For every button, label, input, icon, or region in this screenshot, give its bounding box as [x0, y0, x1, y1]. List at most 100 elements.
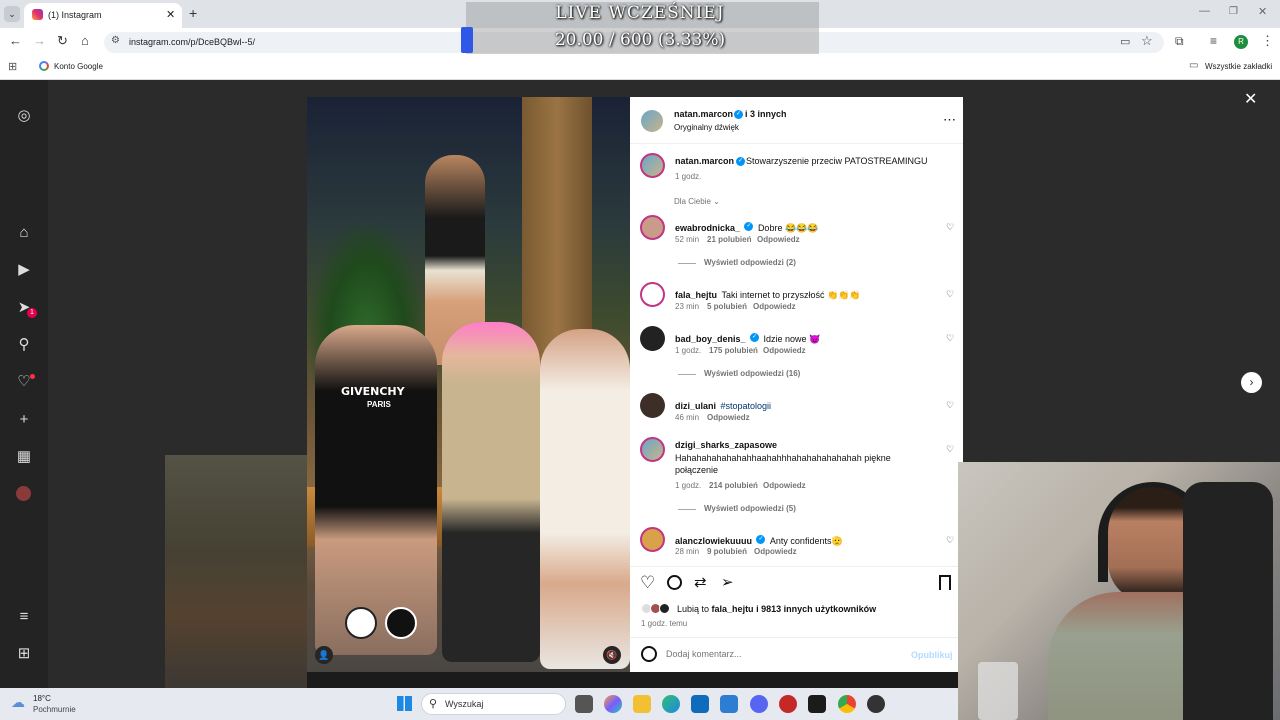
reply-button[interactable]: Odpowiedz — [753, 302, 796, 311]
task-view-icon[interactable] — [575, 695, 593, 713]
more-menu-icon[interactable]: ⋮ — [1261, 33, 1274, 49]
more-options-icon[interactable]: ⋯ — [943, 112, 956, 128]
mute-icon[interactable]: 🔇 — [603, 646, 621, 664]
comment-avatar[interactable] — [640, 215, 665, 240]
reload-icon[interactable]: ↻ — [57, 33, 68, 49]
instagram-logo-icon[interactable]: ◎ — [14, 105, 34, 125]
bookmark-star-icon[interactable]: ☆ — [1141, 33, 1153, 49]
window-close-icon[interactable]: ✕ — [1258, 5, 1267, 18]
home-icon[interactable]: ⌂ — [14, 222, 34, 242]
comment-like-heart-icon[interactable]: ♡ — [946, 333, 954, 344]
like-heart-icon[interactable]: ♡ — [640, 573, 655, 593]
next-post-button[interactable]: › — [1241, 372, 1262, 393]
profile-avatar[interactable]: R — [1234, 35, 1248, 49]
apps-grid-icon[interactable]: ⊞ — [8, 60, 17, 73]
emoji-icon[interactable] — [641, 646, 657, 662]
outlook-icon[interactable] — [691, 695, 709, 713]
tagged-avatar-2[interactable] — [385, 607, 417, 639]
tag-user-icon[interactable]: 👤 — [315, 646, 333, 664]
save-bookmark-icon[interactable] — [939, 575, 951, 590]
comment-like-heart-icon[interactable]: ♡ — [946, 444, 954, 455]
reply-button[interactable]: Odpowiedz — [763, 481, 806, 490]
comment-username[interactable]: alanczlowiekuuuu — [675, 536, 752, 546]
comment-likes[interactable]: 21 polubień — [707, 235, 751, 244]
weather-temp[interactable]: 18°C — [33, 694, 51, 703]
comment-like-heart-icon[interactable]: ♡ — [946, 289, 954, 300]
search-icon[interactable]: ⚲ — [14, 334, 34, 354]
red-app-icon[interactable] — [779, 695, 797, 713]
minimize-icon[interactable]: — — [1199, 5, 1210, 17]
comment-avatar[interactable] — [640, 326, 665, 351]
tab-instagram[interactable]: (1) Instagram ✕ — [24, 3, 182, 28]
weather-cloud-icon[interactable]: ☁ — [11, 694, 25, 711]
view-replies[interactable]: Wyświetl odpowiedzi (5) — [704, 504, 796, 513]
likes-summary[interactable]: Lubią to fala_hejtu i 9813 innych użytko… — [677, 604, 876, 614]
tagged-avatar-1[interactable] — [345, 607, 377, 639]
likes-suffix[interactable]: i 9813 innych użytkowników — [756, 604, 876, 614]
reply-button[interactable]: Odpowiedz — [763, 346, 806, 355]
home-icon[interactable]: ⌂ — [81, 33, 89, 48]
repost-icon[interactable]: ⇄ — [694, 573, 707, 591]
bookmark-all[interactable]: Wszystkie zakładki — [1205, 62, 1272, 71]
view-replies[interactable]: Wyświetl odpowiedzi (2) — [704, 258, 796, 267]
weather-desc[interactable]: Pochmurnie — [33, 705, 76, 714]
comment-avatar[interactable] — [640, 282, 665, 307]
comment-username[interactable]: dizi_ulani — [675, 401, 716, 411]
comment-input[interactable] — [666, 646, 896, 662]
menu-icon[interactable]: ≡ — [14, 606, 34, 626]
copilot-icon[interactable] — [604, 695, 622, 713]
view-replies[interactable]: Wyświetl odpowiedzi (16) — [704, 369, 800, 378]
reply-button[interactable]: Odpowiedz — [754, 547, 797, 556]
comment-like-heart-icon[interactable]: ♡ — [946, 400, 954, 411]
comment-avatar[interactable] — [640, 527, 665, 552]
edge-icon[interactable] — [662, 695, 680, 713]
restore-icon[interactable]: ❐ — [1229, 6, 1238, 17]
likes-user[interactable]: fala_hejtu — [712, 604, 754, 614]
extensions-icon[interactable]: ⧉ — [1175, 34, 1184, 49]
post-photo[interactable]: GIVENCHY PARIS 👤 🔇 — [307, 97, 630, 672]
profile-icon[interactable] — [16, 486, 31, 501]
comment-username[interactable]: dzigi_sharks_zapasowe — [675, 440, 777, 450]
also-from-meta-icon[interactable]: ⊞ — [14, 643, 34, 663]
comment-like-heart-icon[interactable]: ♡ — [946, 535, 954, 546]
comment-likes[interactable]: 5 polubień — [707, 302, 747, 311]
taskbar-search[interactable]: ⚲ Wyszukaj — [421, 693, 566, 715]
reading-list-icon[interactable]: ≡ — [1210, 34, 1217, 48]
cast-icon[interactable]: ▭ — [1120, 35, 1130, 48]
caption-avatar[interactable] — [640, 153, 665, 178]
tab-search-button[interactable]: ⌄ — [4, 6, 20, 22]
reply-button[interactable]: Odpowiedz — [707, 413, 750, 422]
comment-avatar[interactable] — [640, 393, 665, 418]
site-info-icon[interactable]: ⚙ — [111, 35, 120, 46]
new-tab-button[interactable]: + — [189, 5, 197, 21]
close-modal-icon[interactable]: ✕ — [1244, 89, 1257, 109]
tab-close-icon[interactable]: ✕ — [166, 8, 175, 21]
comment-likes[interactable]: 214 polubień — [709, 481, 758, 490]
dashboard-icon[interactable]: ▦ — [14, 446, 34, 466]
comment-likes[interactable]: 175 polubień — [709, 346, 758, 355]
header-username[interactable]: natan.marcon — [674, 109, 733, 119]
file-explorer-icon[interactable] — [633, 695, 651, 713]
comment-like-heart-icon[interactable]: ♡ — [946, 222, 954, 233]
bookmark-google-account[interactable]: Konto Google — [54, 62, 103, 71]
sort-dropdown[interactable]: Dla Ciebie ⌄ — [674, 197, 720, 206]
discord-icon[interactable] — [750, 695, 768, 713]
comment-username[interactable]: fala_hejtu — [675, 290, 717, 300]
publish-button[interactable]: Opublikuj — [911, 650, 953, 660]
back-arrow-icon[interactable]: ← — [9, 33, 22, 48]
create-icon[interactable]: + — [14, 409, 34, 429]
author-avatar[interactable] — [641, 110, 663, 132]
store-icon[interactable] — [720, 695, 738, 713]
share-icon[interactable]: ➢ — [721, 573, 734, 591]
header-audio[interactable]: Oryginalny dźwięk — [674, 123, 739, 132]
comment-username[interactable]: bad_boy_denis_ — [675, 334, 746, 344]
comment-likes[interactable]: 9 polubień — [707, 547, 747, 556]
reply-button[interactable]: Odpowiedz — [757, 235, 800, 244]
windows-start-icon[interactable] — [397, 696, 412, 711]
dark-app-icon[interactable] — [808, 695, 826, 713]
comment-avatar[interactable] — [640, 437, 665, 462]
header-suffix[interactable]: i 3 innych — [745, 109, 787, 119]
obs-icon[interactable] — [867, 695, 885, 713]
caption-username[interactable]: natan.marcon — [675, 156, 734, 166]
chrome-icon[interactable] — [838, 695, 856, 713]
